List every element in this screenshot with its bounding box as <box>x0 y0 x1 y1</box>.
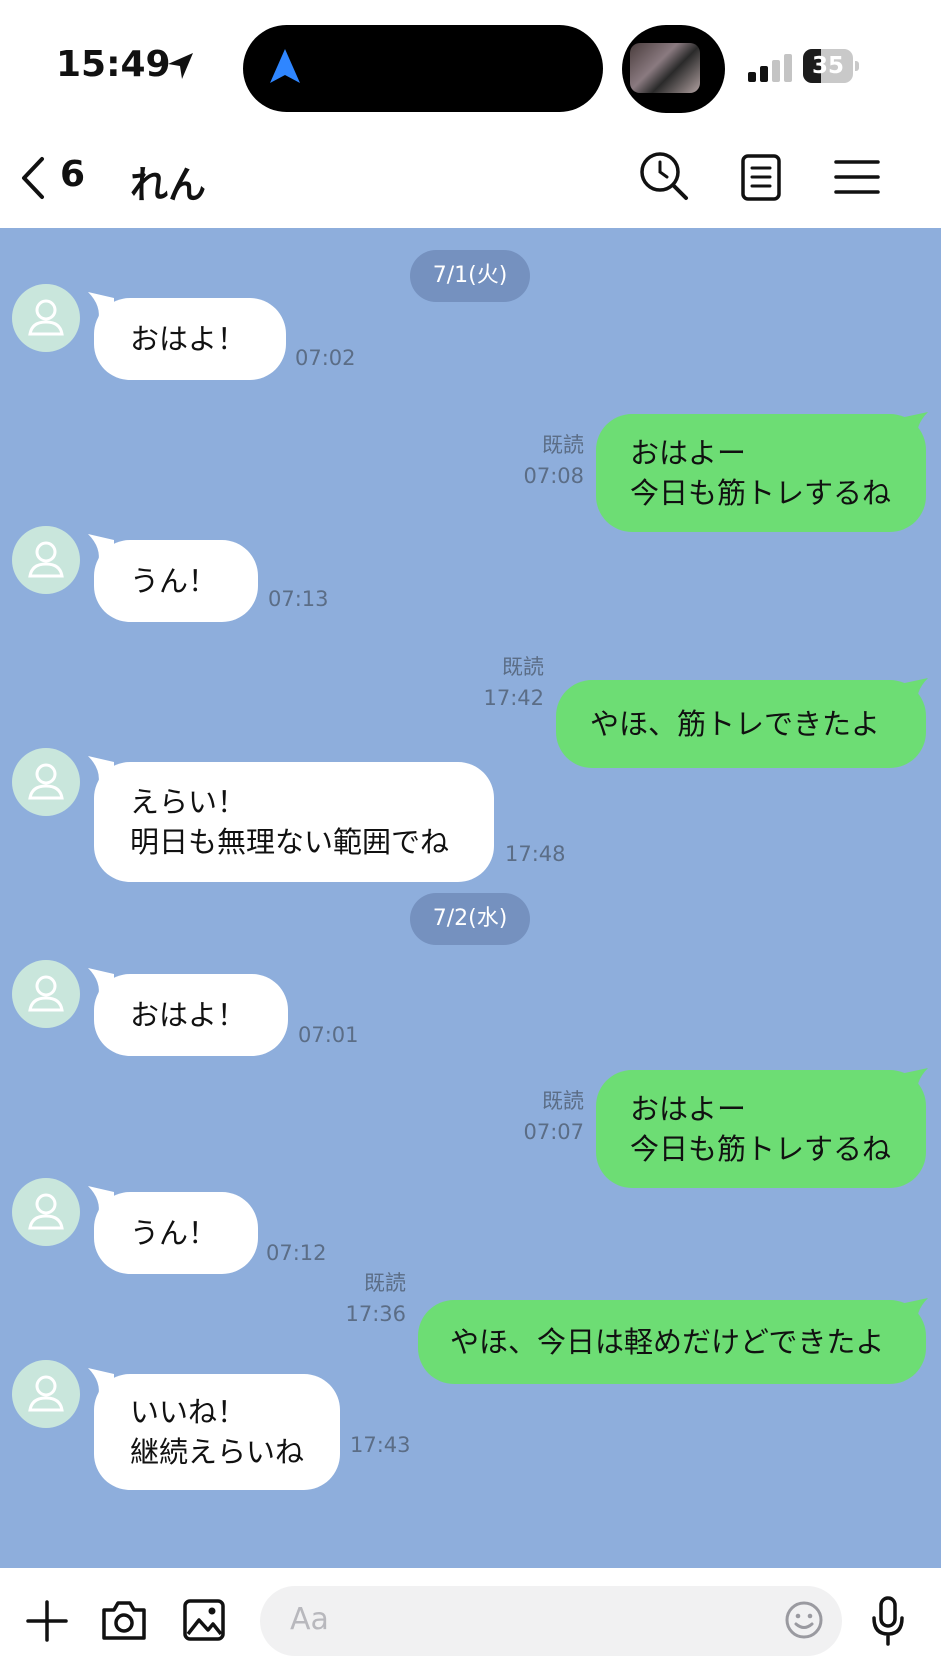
status-time: 15:49 <box>56 44 171 85</box>
bubble-tail <box>900 1298 928 1328</box>
incoming-message[interactable]: いいね！ 継続えらいね <box>94 1374 340 1490</box>
message-input-placeholder: Aa <box>290 1602 329 1637</box>
microphone-icon[interactable] <box>870 1596 906 1646</box>
battery-percent: 35 <box>811 53 844 79</box>
bubble-tail <box>900 1068 928 1098</box>
image-icon[interactable] <box>182 1598 226 1642</box>
location-arrow-icon <box>168 53 193 79</box>
read-receipt: 既読 <box>542 433 584 457</box>
plus-icon[interactable] <box>26 1600 68 1642</box>
message-time: 07:08 <box>523 464 584 488</box>
read-receipt: 既読 <box>502 655 544 679</box>
notes-icon[interactable] <box>734 150 788 204</box>
message-time: 07:13 <box>268 587 329 611</box>
user-silhouette-icon <box>28 975 64 1012</box>
unread-count[interactable]: 6 <box>60 154 85 195</box>
outgoing-message[interactable]: おはよー 今日も筋トレするね <box>596 1070 926 1188</box>
read-receipt: 既読 <box>542 1089 584 1113</box>
message-input[interactable] <box>260 1586 842 1656</box>
bubble-tail <box>900 678 928 708</box>
emoji-icon[interactable] <box>784 1600 824 1640</box>
message-time: 07:07 <box>523 1120 584 1144</box>
menu-icon[interactable] <box>830 150 884 204</box>
battery-icon: 35 <box>803 49 859 83</box>
search-icon[interactable] <box>638 150 692 204</box>
input-bar: Aa <box>0 1568 941 1672</box>
chat-header: 6 れん <box>0 130 941 228</box>
message-time: 17:36 <box>345 1302 406 1326</box>
live-activity-thumbnail <box>622 25 725 113</box>
camera-icon[interactable] <box>100 1598 148 1642</box>
user-silhouette-icon <box>28 541 64 578</box>
navigation-icon <box>270 49 300 83</box>
outgoing-message[interactable]: おはよー 今日も筋トレするね <box>596 414 926 532</box>
avatar[interactable] <box>12 748 80 816</box>
message-time: 17:43 <box>350 1433 411 1457</box>
read-receipt: 既読 <box>364 1271 406 1295</box>
incoming-message[interactable]: えらい！ 明日も無理ない範囲でね <box>94 762 494 882</box>
incoming-message[interactable]: おはよ！ <box>94 298 286 380</box>
user-silhouette-icon <box>28 1193 64 1230</box>
incoming-message[interactable]: うん！ <box>94 1192 258 1274</box>
user-silhouette-icon <box>28 763 64 800</box>
contact-name: れん <box>130 163 207 207</box>
status-bar: 15:49 35 <box>0 0 941 130</box>
incoming-message[interactable]: うん！ <box>94 540 258 622</box>
back-chevron-icon[interactable] <box>18 155 48 201</box>
avatar[interactable] <box>12 1360 80 1428</box>
chat-area[interactable]: 7/1(火) おはよ！ 07:02 既読 07:08 おはよー 今日も筋トレする… <box>0 228 941 1568</box>
incoming-message[interactable]: おはよ！ <box>94 974 288 1056</box>
date-separator: 7/2(水) <box>410 893 530 945</box>
outgoing-message[interactable]: やほ、今日は軽めだけどできたよ <box>418 1300 926 1384</box>
avatar[interactable] <box>12 960 80 1028</box>
user-silhouette-icon <box>28 1375 64 1412</box>
message-time: 17:42 <box>483 686 544 710</box>
outgoing-message[interactable]: やほ、筋トレできたよ <box>556 680 926 768</box>
user-silhouette-icon <box>28 299 64 336</box>
signal-icon <box>748 54 792 82</box>
avatar[interactable] <box>12 284 80 352</box>
bubble-tail <box>900 412 928 442</box>
message-time: 17:48 <box>505 842 566 866</box>
avatar[interactable] <box>12 1178 80 1246</box>
avatar[interactable] <box>12 526 80 594</box>
message-time: 07:02 <box>295 346 356 370</box>
date-separator: 7/1(火) <box>410 250 530 302</box>
message-time: 07:01 <box>298 1023 359 1047</box>
message-time: 07:12 <box>266 1241 327 1265</box>
